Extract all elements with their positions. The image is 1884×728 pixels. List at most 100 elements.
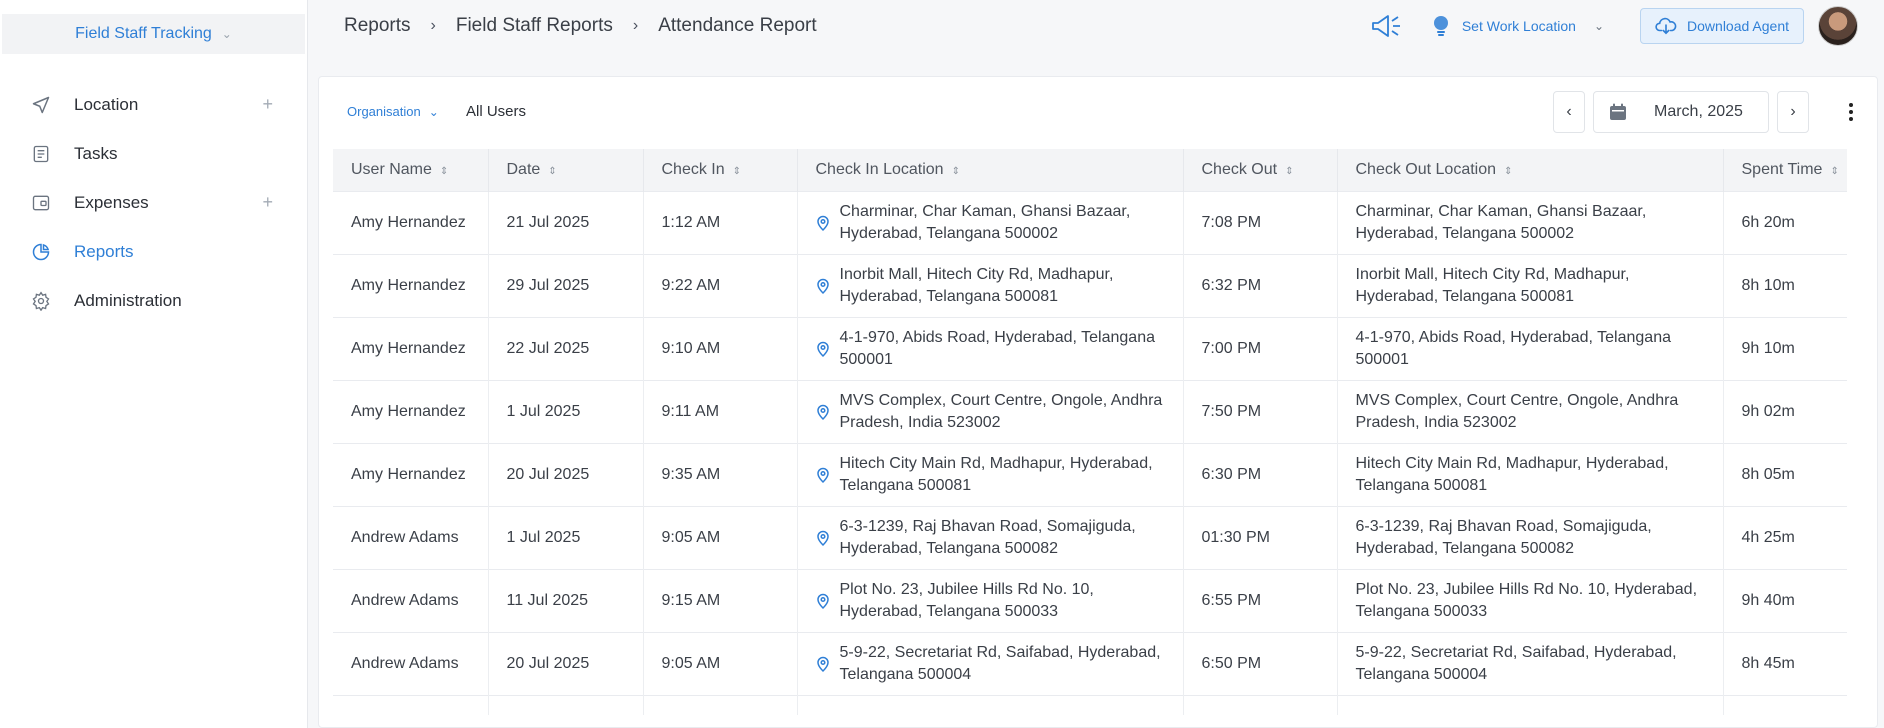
column-header-check-out-location[interactable]: Check Out Location ⇕ [1337, 149, 1724, 192]
chevron-down-icon: ⌄ [1593, 19, 1605, 33]
cell-check-out: 7:00 PM [1183, 317, 1338, 381]
sidebar-item-expenses[interactable]: Expenses + [0, 178, 307, 227]
cell-date: 1 Jul 2025 [488, 380, 644, 444]
cell-check-out: 6:50 PM [1183, 632, 1338, 696]
users-filter[interactable]: All Users [466, 103, 526, 120]
chevron-right-icon: › [632, 17, 639, 34]
table-row[interactable]: Amy Hernandez 20 Jul 2025 9:35 AM Hitech Ci… [333, 443, 1847, 507]
location-pin-icon [816, 215, 830, 232]
table-row[interactable]: Andrew Adams 1 Jul 2025 9:05 AM 6-3-1239, R… [333, 506, 1847, 570]
breadcrumb-field-staff-reports[interactable]: Field Staff Reports [456, 15, 613, 37]
cell-spent-time: 4h 25m [1723, 506, 1847, 570]
brand-label: Field Staff Tracking [75, 25, 212, 42]
chevron-right-icon: › [430, 17, 436, 34]
sort-icon: ⇕ [1285, 166, 1294, 177]
cell-check-out [1183, 695, 1338, 715]
sidebar-item-location[interactable]: Location + [0, 80, 307, 129]
column-header-check-in[interactable]: Check In ⇕ [643, 149, 798, 192]
more-options-icon[interactable] [1849, 103, 1855, 121]
avatar[interactable] [1818, 6, 1858, 46]
set-work-location-dropdown[interactable]: Set Work Location ⌄ [1430, 14, 1604, 38]
cell-check-in-location: MVS Complex, Court Centre, Ongole, Andhr… [797, 380, 1184, 444]
cell-check-in [643, 695, 798, 715]
column-header-spent-time[interactable]: Spent Time ⇕ [1723, 149, 1847, 192]
sort-icon: ⇕ [548, 166, 557, 177]
cell-user-name: Andrew Adams [333, 506, 489, 570]
cell-spent-time: 9h 10m [1723, 317, 1847, 381]
previous-month-button[interactable]: ‹ [1553, 91, 1585, 133]
cell-check-in-location: 5-9-22, Secretariat Rd, Saifabad, Hydera… [797, 632, 1184, 696]
sidebar: Field Staff Tracking ⌄ Location + Tasks … [0, 0, 308, 728]
month-picker[interactable]: March, 2025 [1593, 91, 1769, 133]
location-text: Inorbit Mall, Hitech City Rd, Madhapur, … [839, 266, 1114, 305]
cell-check-in-location: 4-1-970, Abids Road, Hyderabad, Telangan… [797, 317, 1184, 381]
next-month-button[interactable]: › [1777, 91, 1809, 133]
table-row[interactable]: Andrew Adams 20 Jul 2025 9:05 AM 5-9-22, Se… [333, 632, 1847, 696]
location-text: Charminar, Char Kaman, Ghansi Bazaar, Hy… [839, 203, 1131, 242]
cell-check-out: 6:30 PM [1183, 443, 1338, 507]
navigation-arrow-icon [30, 94, 52, 116]
cell-check-out-location: MVS Complex, Court Centre, Ongole, Andhr… [1337, 380, 1724, 444]
table-header-row: User Name ⇕ Date ⇕ Check In ⇕ Check In Loca… [333, 149, 1847, 192]
cell-date [488, 695, 644, 715]
table-row[interactable]: Andrew Adams 11 Jul 2025 9:15 AM Plot No. 2… [333, 569, 1847, 633]
breadcrumb-attendance-report: Attendance Report [658, 15, 817, 36]
sidebar-item-label: Reports [74, 241, 134, 261]
column-header-check-out[interactable]: Check Out ⇕ [1183, 149, 1338, 192]
sidebar-item-reports[interactable]: Reports [0, 227, 307, 276]
brand-switcher[interactable]: Field Staff Tracking ⌄ [2, 14, 305, 54]
download-agent-button[interactable]: Download Agent [1640, 8, 1804, 44]
cloud-download-icon [1655, 17, 1677, 35]
cell-check-in-location: 6-3-1239, Raj Bhavan Road, Somajiguda, H… [797, 506, 1184, 570]
plus-icon[interactable]: + [262, 94, 273, 115]
location-badge-icon [1430, 14, 1452, 38]
calendar-icon [1608, 102, 1628, 122]
cell-date: 22 Jul 2025 [488, 317, 644, 381]
cell-check-in-location: Inorbit Mall, Hitech City Rd, Madhapur, … [797, 254, 1184, 318]
column-header-user-name[interactable]: User Name ⇕ [333, 149, 489, 192]
cell-date: 20 Jul 2025 [488, 632, 644, 696]
table-row[interactable]: Amy Hernandez 22 Jul 2025 9:10 AM 4-1-970, … [333, 317, 1847, 381]
column-header-date[interactable]: Date ⇕ [488, 149, 644, 192]
cell-spent-time: 9h 40m [1723, 569, 1847, 633]
column-header-check-in-location[interactable]: Check In Location ⇕ [797, 149, 1184, 192]
cell-date: 20 Jul 2025 [488, 443, 644, 507]
location-pin-icon [816, 656, 830, 673]
location-pin-icon [816, 593, 830, 610]
attendance-table-container[interactable]: User Name ⇕ Date ⇕ Check In ⇕ Check In Loca… [333, 149, 1847, 715]
plus-icon[interactable]: + [262, 192, 273, 213]
table-row[interactable]: Amy Hernandez 29 Jul 2025 9:22 AM Inorbit M… [333, 254, 1847, 318]
location-text: Plot No. 23, Jubilee Hills Rd No. 10, Hy… [839, 581, 1094, 620]
month-picker-value: March, 2025 [1654, 103, 1743, 120]
sidebar-item-label: Location [74, 94, 139, 114]
sort-icon: ⇕ [951, 166, 960, 177]
cell-spent-time: 9h 02m [1723, 380, 1847, 444]
cell-spent-time: 8h 10m [1723, 254, 1847, 318]
cell-check-out-location: Inorbit Mall, Hitech City Rd, Madhapur, … [1337, 254, 1724, 318]
cell-check-out-location: Charminar, Char Kaman, Ghansi Bazaar, Hy… [1337, 191, 1724, 255]
table-row[interactable]: 6-3-1239, Raj Bhavan Road, Somajiguda, 6-… [333, 695, 1847, 715]
cell-user-name: Amy Hernandez [333, 191, 489, 255]
table-row[interactable]: Amy Hernandez 21 Jul 2025 1:12 AM Charminar… [333, 191, 1847, 255]
sidebar-item-tasks[interactable]: Tasks [0, 129, 307, 178]
cell-check-in-location: Plot No. 23, Jubilee Hills Rd No. 10, Hy… [797, 569, 1184, 633]
cell-date: 21 Jul 2025 [488, 191, 644, 255]
sidebar-item-label: Administration [74, 290, 182, 310]
breadcrumb-reports[interactable]: Reports [344, 15, 411, 37]
sidebar-item-administration[interactable]: Administration [0, 276, 307, 325]
download-agent-label: Download Agent [1687, 18, 1789, 34]
cell-user-name: Amy Hernandez [333, 317, 489, 381]
chevron-down-icon: ⌄ [221, 27, 232, 41]
cell-date: 1 Jul 2025 [488, 506, 644, 570]
cell-check-out-location: Hitech City Main Rd, Madhapur, Hyderabad… [1337, 443, 1724, 507]
table-row[interactable]: Amy Hernandez 1 Jul 2025 9:11 AM MVS Comple… [333, 380, 1847, 444]
pie-chart-icon [30, 241, 52, 263]
attendance-table: User Name ⇕ Date ⇕ Check In ⇕ Check In Loca… [333, 149, 1847, 715]
chevron-right-icon: › [1790, 103, 1796, 120]
location-text: 5-9-22, Secretariat Rd, Saifabad, Hydera… [839, 644, 1161, 683]
location-pin-icon [816, 467, 830, 484]
cell-check-in: 9:11 AM [643, 380, 798, 444]
cell-check-in: 9:35 AM [643, 443, 798, 507]
megaphone-icon[interactable] [1370, 11, 1404, 41]
organisation-filter[interactable]: Organisation ⌄ [347, 104, 439, 119]
